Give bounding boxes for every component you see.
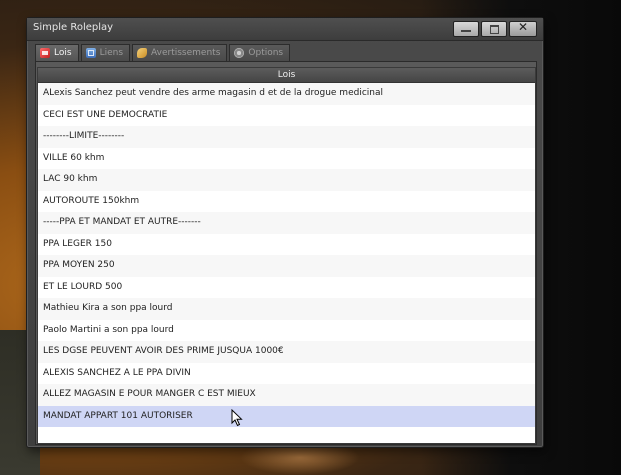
tab-avertissements-label: Avertissements: [151, 48, 221, 58]
tab-lois[interactable]: Lois: [35, 44, 79, 61]
minimize-button[interactable]: [453, 21, 479, 37]
lois-list[interactable]: Lois ALexis Sanchez peut vendre des arme…: [37, 67, 536, 444]
list-item[interactable]: ALLEZ MAGASIN E POUR MANGER C EST MIEUX: [38, 384, 535, 406]
window-title: Simple Roleplay: [33, 22, 114, 33]
list-item[interactable]: Paolo Martini a son ppa lourd: [38, 319, 535, 341]
law-icon: [40, 48, 50, 58]
close-icon: ✕: [517, 20, 529, 34]
mouse-cursor-icon: [231, 409, 243, 427]
column-header-lois[interactable]: Lois: [38, 68, 535, 83]
tab-options-label: Options: [248, 48, 284, 58]
lois-panel: Lois ALexis Sanchez peut vendre des arme…: [35, 61, 537, 445]
list-item[interactable]: LAC 90 khm: [38, 169, 535, 191]
roleplay-window: Simple Roleplay ✕ Lois Liens Avertisseme…: [26, 17, 544, 448]
list-item[interactable]: LES DGSE PEUVENT AVOIR DES PRIME JUSQUA …: [38, 341, 535, 363]
list-item[interactable]: --------LIMITE--------: [38, 126, 535, 148]
tab-liens[interactable]: Liens: [80, 44, 131, 61]
close-button[interactable]: ✕: [509, 20, 537, 37]
maximize-button[interactable]: [481, 21, 507, 37]
list-item[interactable]: AUTOROUTE 150khm: [38, 190, 535, 212]
warning-icon: [137, 48, 148, 58]
window-controls: ✕: [451, 20, 537, 37]
list-item-selected[interactable]: MANDAT APPART 101 AUTORISER: [38, 405, 535, 427]
list-item[interactable]: ALexis Sanchez peut vendre des arme maga…: [38, 83, 535, 105]
tab-lois-label: Lois: [54, 48, 72, 58]
window-titlebar[interactable]: Simple Roleplay ✕: [27, 18, 543, 41]
tab-options[interactable]: Options: [229, 44, 291, 61]
maximize-icon: [490, 25, 499, 34]
gear-icon: [234, 48, 245, 58]
list-item[interactable]: ALEXIS SANCHEZ A LE PPA DIVIN: [38, 362, 535, 384]
list-item[interactable]: Mathieu Kira a son ppa lourd: [38, 298, 535, 320]
list-item[interactable]: PPA MOYEN 250: [38, 255, 535, 277]
list-item[interactable]: VILLE 60 khm: [38, 147, 535, 169]
tab-bar: Lois Liens Avertissements Options: [35, 44, 292, 61]
list-item[interactable]: -----PPA ET MANDAT ET AUTRE-------: [38, 212, 535, 234]
list-rows: ALexis Sanchez peut vendre des arme maga…: [38, 83, 535, 427]
tab-liens-label: Liens: [99, 48, 124, 58]
link-icon: [85, 48, 96, 58]
minimize-icon: [461, 30, 471, 32]
tab-avertissements[interactable]: Avertissements: [132, 44, 228, 61]
list-item[interactable]: ET LE LOURD 500: [38, 276, 535, 298]
list-item[interactable]: PPA LEGER 150: [38, 233, 535, 255]
list-item[interactable]: CECI EST UNE DEMOCRATIE: [38, 104, 535, 126]
